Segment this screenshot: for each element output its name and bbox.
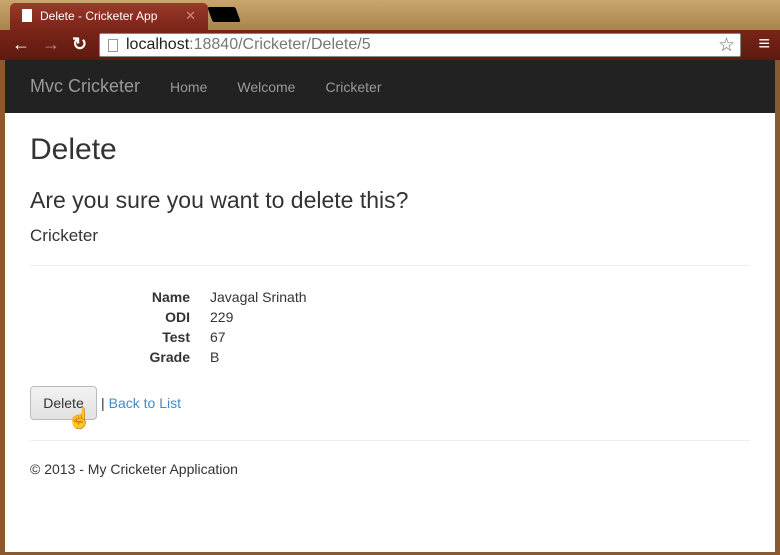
divider (30, 265, 750, 266)
nav-cricketer[interactable]: Cricketer (325, 79, 381, 95)
page: Mvc Cricketer Home Welcome Cricketer Del… (5, 60, 775, 552)
hand-cursor-icon: ☝ (67, 408, 92, 430)
back-to-list-link[interactable]: Back to List (109, 395, 181, 411)
close-tab-icon[interactable]: ✕ (185, 8, 196, 24)
field-value: 229 (210, 309, 234, 325)
menu-icon[interactable]: ≡ (758, 33, 770, 56)
tab-title: Delete - Cricketer App (40, 9, 158, 23)
field-value: Javagal Srinath (210, 289, 307, 305)
browser-tab[interactable]: Delete - Cricketer App ✕ (10, 3, 208, 30)
brand-link[interactable]: Mvc Cricketer (30, 76, 140, 97)
address-bar[interactable]: localhost:18840/Cricketer/Delete/5 ☆ (99, 33, 741, 57)
reload-icon[interactable]: ↻ (72, 34, 87, 55)
details-list: Name Javagal Srinath ODI 229 Test 67 Grade B (30, 288, 750, 366)
divider (30, 440, 750, 441)
new-tab-button[interactable] (207, 7, 241, 22)
url-host: localhost (126, 36, 190, 53)
browser-toolbar: ← → ↻ localhost:18840/Cricketer/Delete/5… (0, 30, 780, 60)
field-label: ODI (165, 309, 190, 325)
nav-home[interactable]: Home (170, 79, 207, 95)
separator: | (101, 395, 105, 411)
field-label: Name (151, 289, 190, 305)
nav-welcome[interactable]: Welcome (237, 79, 295, 95)
field-value: 67 (210, 329, 226, 345)
browser-titlebar: Delete - Cricketer App ✕ (0, 0, 780, 30)
field-value: B (210, 349, 220, 365)
field-label: Grade (149, 349, 190, 365)
page-icon (108, 39, 118, 52)
forward-icon[interactable]: → (42, 34, 60, 55)
page-title: Delete (30, 133, 117, 166)
navbar: Mvc Cricketer Home Welcome Cricketer (5, 60, 775, 113)
entity-name: Cricketer (30, 226, 99, 245)
bookmark-star-icon[interactable]: ☆ (718, 34, 735, 57)
page-icon (22, 9, 32, 22)
confirm-question: Are you sure you want to delete this? (30, 187, 409, 213)
footer: © 2013 - My Cricketer Application (30, 461, 238, 477)
url-path: :18840/Cricketer/Delete/5 (189, 36, 371, 53)
field-label: Test (162, 329, 190, 345)
back-icon[interactable]: ← (12, 34, 30, 55)
